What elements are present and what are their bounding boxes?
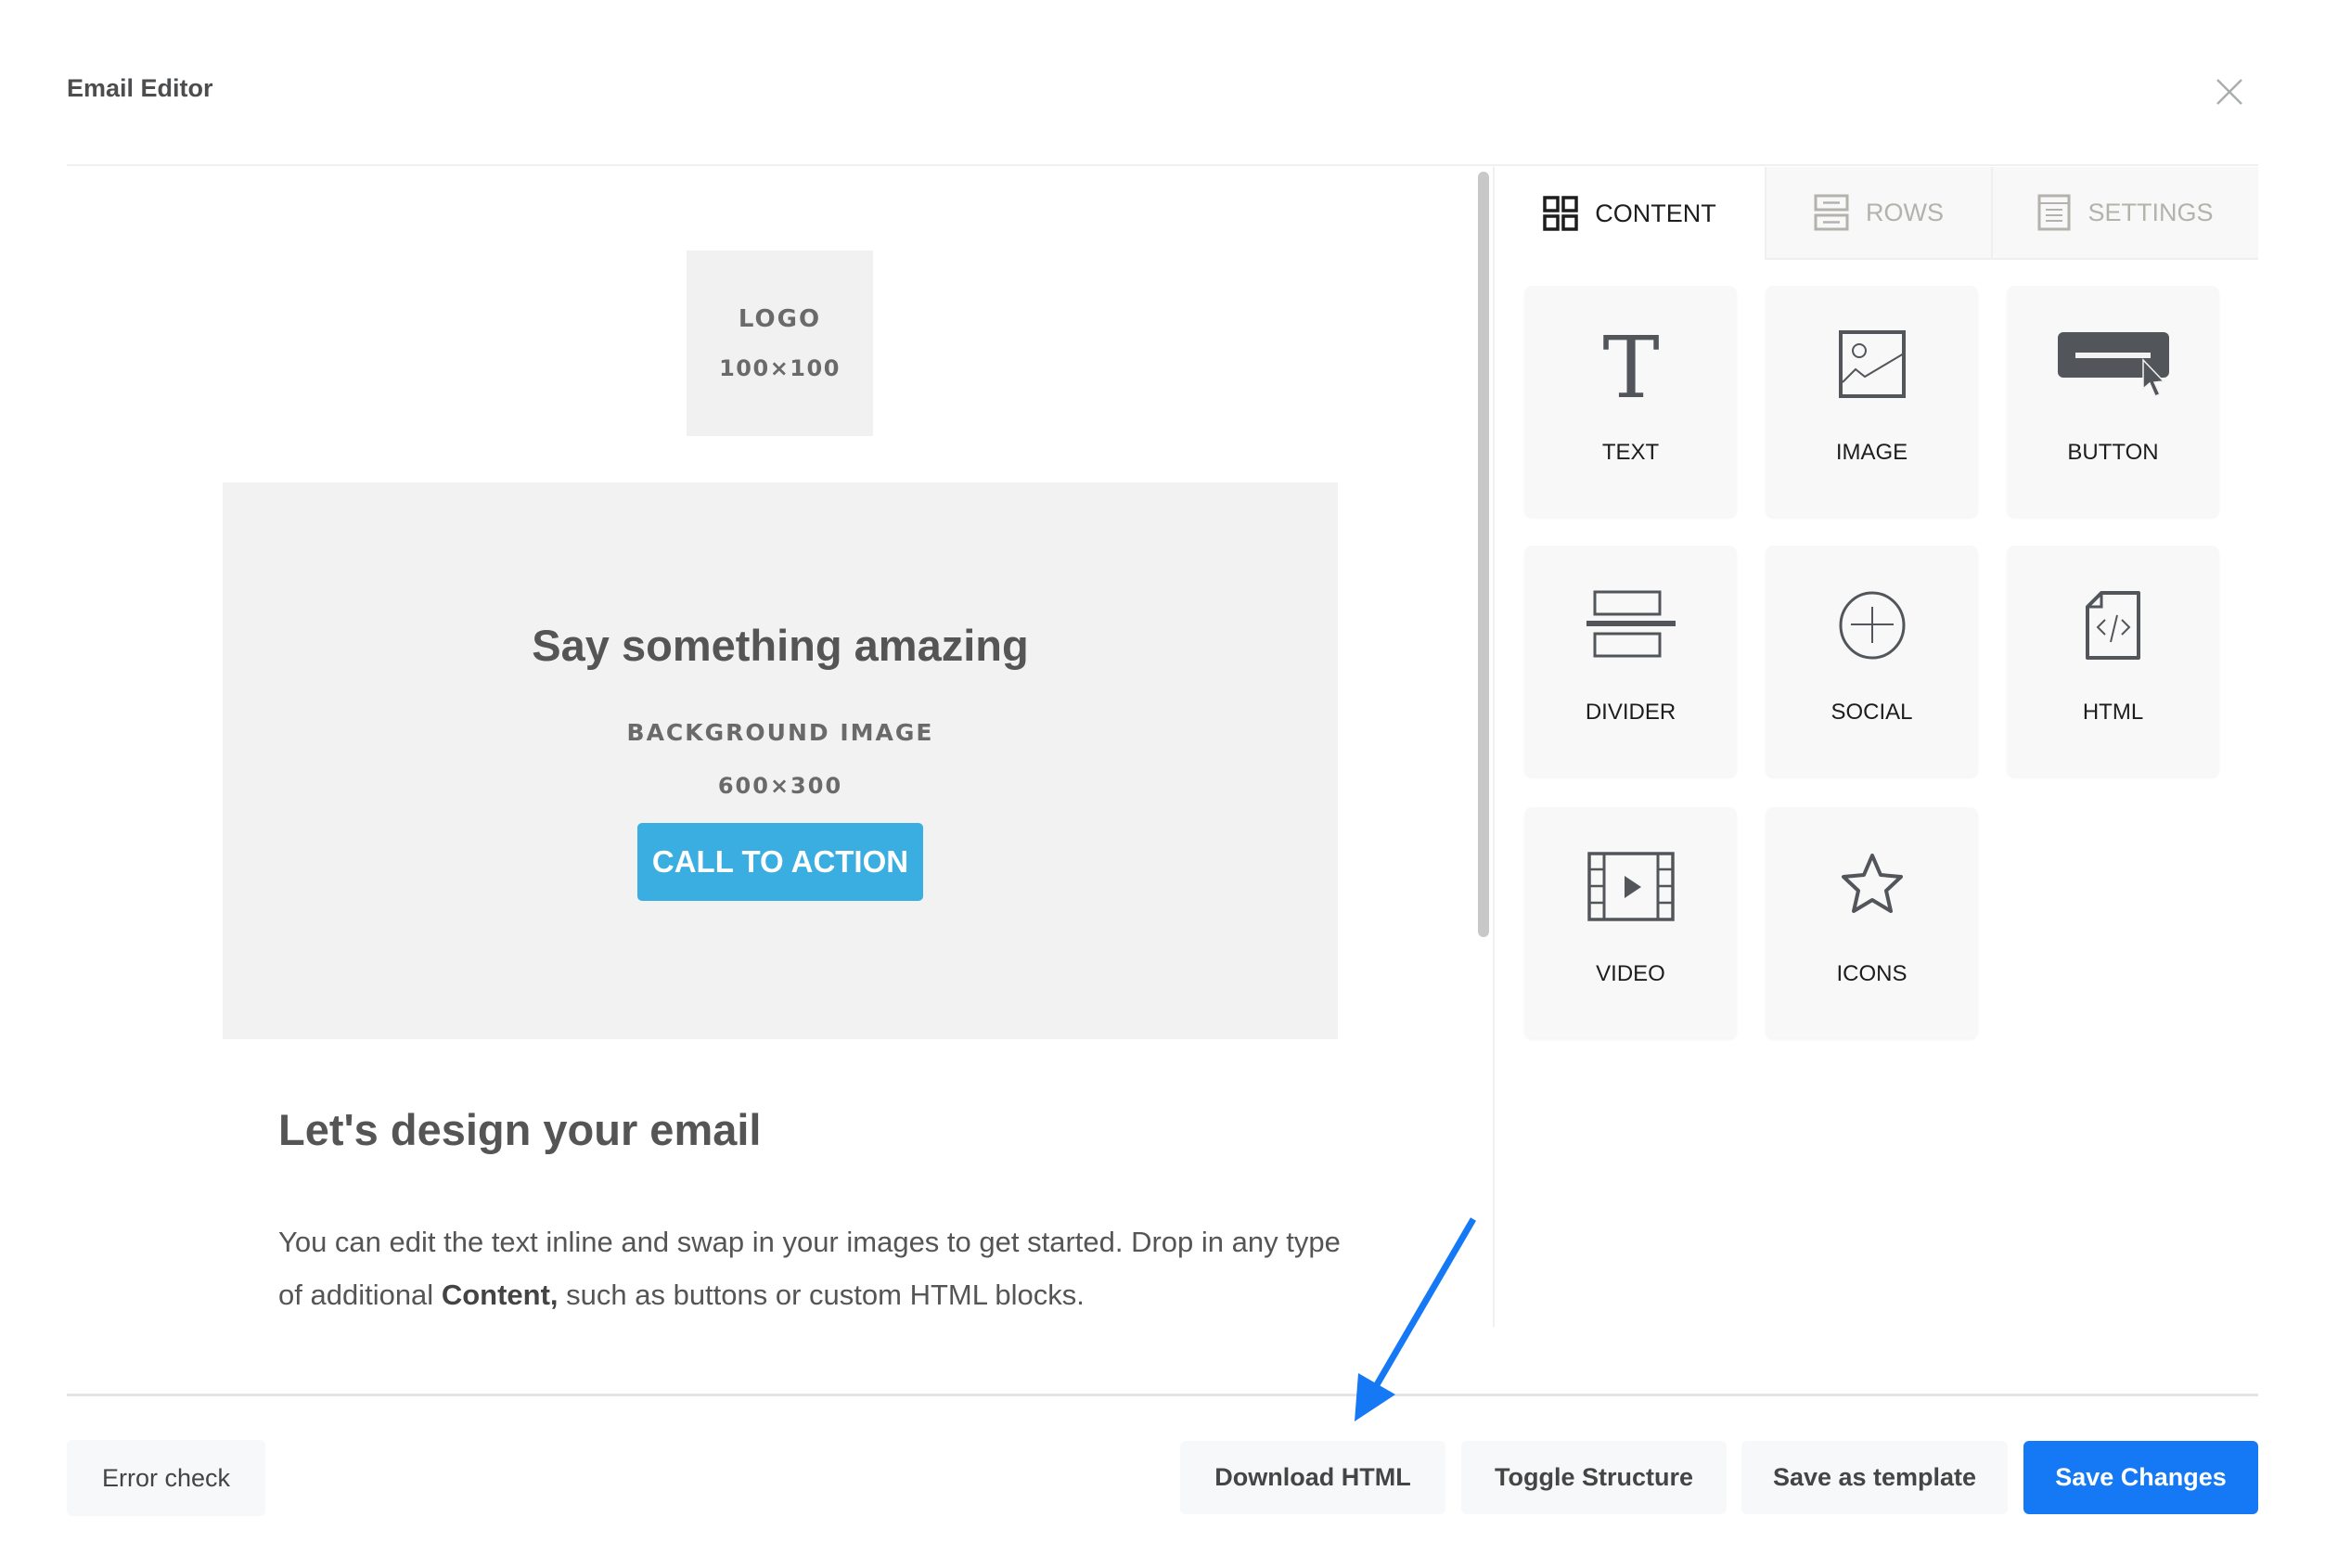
section-title[interactable]: Let's design your email — [278, 1104, 762, 1155]
tab-content[interactable]: CONTENT — [1495, 167, 1765, 260]
error-check-button[interactable]: Error check — [67, 1440, 265, 1516]
hero-section[interactable]: Say something amazing BACKGROUND IMAGE 6… — [223, 482, 1338, 1039]
block-label: IMAGE — [1835, 440, 1908, 465]
block-label: SOCIAL — [1830, 700, 1913, 725]
block-label: VIDEO — [1596, 961, 1665, 986]
block-image[interactable]: IMAGE — [1766, 286, 1978, 517]
button-icon — [2057, 332, 2169, 397]
close-button[interactable] — [2214, 76, 2245, 108]
tab-rows[interactable]: ROWS — [1765, 167, 1991, 260]
block-social[interactable]: SOCIAL — [1766, 546, 1978, 777]
panel-tabs: CONTENT ROWS SETTINGS — [1495, 167, 2258, 260]
tab-settings-label: SETTINGS — [2087, 198, 2214, 226]
download-html-button[interactable]: Download HTML — [1180, 1441, 1445, 1514]
hero-bg-size: 600×300 — [717, 773, 843, 799]
hero-bg-label: BACKGROUND IMAGE — [626, 719, 934, 746]
text-icon: T — [1602, 330, 1659, 405]
block-divider[interactable]: DIVIDER — [1524, 546, 1737, 777]
svg-text:T: T — [1602, 330, 1659, 405]
social-icon — [1839, 591, 1905, 660]
grid-icon — [1543, 196, 1578, 231]
block-label: BUTTON — [2067, 440, 2159, 465]
dialog-title: Email Editor — [67, 74, 213, 102]
body-text[interactable]: You can edit the text inline and swap in… — [278, 1215, 1345, 1321]
image-icon — [1838, 330, 1906, 398]
settings-doc-icon — [2037, 194, 2071, 231]
panel-divider — [1493, 167, 1495, 1327]
block-label: TEXT — [1601, 440, 1660, 465]
html-icon — [2085, 591, 2140, 660]
block-label: HTML — [2082, 700, 2144, 725]
save-changes-button[interactable]: Save Changes — [2023, 1441, 2258, 1514]
block-button[interactable]: BUTTON — [2007, 286, 2219, 517]
logo-placeholder[interactable]: LOGO 100×100 — [687, 251, 873, 436]
close-icon — [2216, 79, 2242, 105]
video-icon — [1586, 852, 1675, 921]
body-text-part: such as buttons or custom HTML blocks. — [558, 1279, 1085, 1311]
header-divider — [67, 164, 2258, 166]
tab-content-label: CONTENT — [1595, 199, 1716, 227]
block-text[interactable]: T TEXT — [1524, 286, 1737, 517]
tab-settings[interactable]: SETTINGS — [1991, 167, 2258, 260]
logo-label: LOGO — [738, 305, 822, 333]
block-html[interactable]: HTML — [2007, 546, 2219, 777]
block-icons[interactable]: ICONS — [1766, 807, 1978, 1038]
canvas-scrollbar[interactable] — [1478, 172, 1489, 937]
body-text-bold: Content, — [441, 1279, 559, 1311]
footer-divider — [67, 1394, 2258, 1396]
block-video[interactable]: VIDEO — [1524, 807, 1737, 1038]
block-label: DIVIDER — [1585, 700, 1676, 725]
block-label: ICONS — [1836, 961, 1908, 986]
divider-icon — [1586, 590, 1676, 658]
toggle-structure-button[interactable]: Toggle Structure — [1461, 1441, 1727, 1514]
logo-size: 100×100 — [719, 355, 841, 381]
rows-icon — [1814, 194, 1849, 231]
hero-title[interactable]: Say something amazing — [223, 620, 1338, 671]
call-to-action-button[interactable]: CALL TO ACTION — [637, 823, 923, 901]
save-as-template-button[interactable]: Save as template — [1741, 1441, 2008, 1514]
star-icon — [1841, 854, 1903, 913]
tab-rows-label: ROWS — [1866, 198, 1944, 226]
